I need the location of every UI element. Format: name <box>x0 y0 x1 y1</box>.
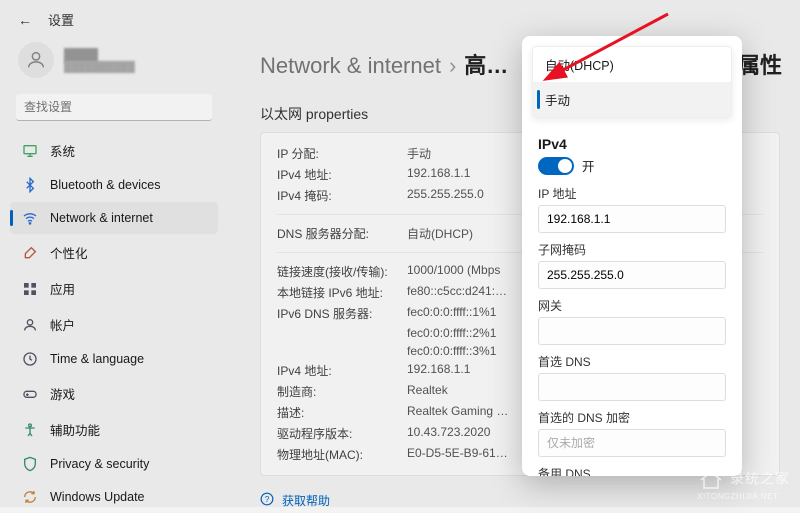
sidebar-item-label: 系统 <box>50 141 75 160</box>
property-key: 链接速度(接收/传输): <box>277 263 407 280</box>
sidebar-item-apps[interactable]: 应用 <box>10 271 218 306</box>
sidebar-item-clock[interactable]: Time & language <box>10 343 218 375</box>
ip-settings-dialog: 自动(DHCP) 手动 IPv4 开 IP 地址 子网掩码 网关 首选 DNS … <box>522 36 742 476</box>
sidebar-item-label: 帐户 <box>50 315 75 334</box>
window-title: 设置 <box>48 10 74 29</box>
access-icon <box>22 422 38 438</box>
alternate-dns-label: 备用 DNS <box>538 465 726 476</box>
property-key: IPv4 掩码: <box>277 187 407 204</box>
sidebar-item-brush[interactable]: 个性化 <box>10 235 218 270</box>
apps-icon <box>22 281 38 297</box>
sidebar-item-label: Bluetooth & devices <box>50 178 161 192</box>
dns-encryption-label: 首选的 DNS 加密 <box>538 409 726 426</box>
sidebar-item-label: Network & internet <box>50 211 153 225</box>
property-value: Realtek <box>407 383 448 400</box>
sidebar-item-monitor[interactable]: 系统 <box>10 133 218 168</box>
property-value: fec0:0:0:ffff::2%1 <box>407 326 496 340</box>
property-value: Realtek Gaming … <box>407 404 508 421</box>
breadcrumb-category[interactable]: Network & internet <box>260 53 441 79</box>
brush-icon <box>22 245 38 261</box>
gateway-input[interactable] <box>538 317 726 345</box>
monitor-icon <box>22 143 38 159</box>
property-key: 物理地址(MAC): <box>277 446 407 463</box>
shield-icon <box>22 456 38 472</box>
dropdown-option-auto[interactable]: 自动(DHCP) <box>533 47 731 82</box>
sidebar-item-label: 游戏 <box>50 384 75 403</box>
gateway-label: 网关 <box>538 297 726 314</box>
property-value: 255.255.255.0 <box>407 187 484 204</box>
help-icon: ? <box>260 492 274 509</box>
property-key: IP 分配: <box>277 145 407 162</box>
property-value: 10.43.723.2020 <box>407 425 490 442</box>
property-key: DNS 服务器分配: <box>277 225 407 242</box>
property-key: 本地链接 IPv6 地址: <box>277 284 407 301</box>
property-value: fec0:0:0:ffff::3%1 <box>407 344 496 358</box>
help-link-label: 获取帮助 <box>282 492 330 509</box>
sidebar-item-update[interactable]: Windows Update <box>10 481 218 513</box>
search-box <box>16 94 212 121</box>
property-key: 制造商: <box>277 383 407 400</box>
sidebar-item-label: 个性化 <box>50 243 88 262</box>
back-icon[interactable]: ← <box>18 12 32 28</box>
property-value: 192.168.1.1 <box>407 166 470 183</box>
user-email: ██████████ <box>64 62 135 73</box>
property-value: fe80::c5cc:d241:… <box>407 284 507 301</box>
subnet-mask-label: 子网掩码 <box>538 241 726 258</box>
property-key: 驱动程序版本: <box>277 425 407 442</box>
sidebar-item-shield[interactable]: Privacy & security <box>10 448 218 480</box>
property-value: 自动(DHCP) <box>407 225 473 242</box>
ipv4-toggle-label: 开 <box>582 156 595 175</box>
svg-text:?: ? <box>265 495 270 504</box>
gamepad-icon <box>22 386 38 402</box>
person-icon <box>22 317 38 333</box>
sidebar-item-access[interactable]: 辅助功能 <box>10 412 218 447</box>
preferred-dns-input[interactable] <box>538 373 726 401</box>
sidebar-item-label: Time & language <box>50 352 144 366</box>
property-value: 192.168.1.1 <box>407 362 470 379</box>
sidebar-item-label: 辅助功能 <box>50 420 100 439</box>
property-key: IPv4 地址: <box>277 166 407 183</box>
property-key <box>277 326 407 340</box>
breadcrumb-page: 高… <box>464 48 508 80</box>
property-value: 手动 <box>407 145 431 162</box>
property-value: E0-D5-5E-B9-61… <box>407 446 508 463</box>
bluetooth-icon <box>22 177 38 193</box>
clock-icon <box>22 351 38 367</box>
ip-assignment-dropdown: 自动(DHCP) 手动 <box>532 46 732 118</box>
property-key: IPv4 地址: <box>277 362 407 379</box>
wifi-icon <box>22 210 38 226</box>
user-account-row[interactable]: ████ ██████████ <box>10 36 218 90</box>
sidebar-item-wifi[interactable]: Network & internet <box>10 202 218 234</box>
sidebar-item-label: Windows Update <box>50 490 145 504</box>
property-key: IPv6 DNS 服务器: <box>277 305 407 322</box>
update-icon <box>22 489 38 505</box>
sidebar-item-bluetooth[interactable]: Bluetooth & devices <box>10 169 218 201</box>
preferred-dns-label: 首选 DNS <box>538 353 726 370</box>
ip-address-label: IP 地址 <box>538 185 726 202</box>
avatar <box>18 42 54 78</box>
search-input[interactable] <box>16 94 212 121</box>
property-value: 1000/1000 (Mbps <box>407 263 500 280</box>
ip-address-input[interactable] <box>538 205 726 233</box>
property-key <box>277 344 407 358</box>
subnet-mask-input[interactable] <box>538 261 726 289</box>
user-name: ████ <box>64 48 135 62</box>
sidebar-item-gamepad[interactable]: 游戏 <box>10 376 218 411</box>
dns-encryption-input[interactable] <box>538 429 726 457</box>
sidebar-item-label: 应用 <box>50 279 75 298</box>
sidebar-item-label: Privacy & security <box>50 457 149 471</box>
ipv4-toggle[interactable] <box>538 157 574 175</box>
property-value: fec0:0:0:ffff::1%1 <box>407 305 496 322</box>
sidebar-item-person[interactable]: 帐户 <box>10 307 218 342</box>
get-help-link[interactable]: ? 获取帮助 <box>260 492 780 509</box>
chevron-right-icon: › <box>449 53 456 79</box>
sidebar: ████ ██████████ 系统 Bluetooth & devices Net… <box>0 36 228 513</box>
dropdown-option-manual[interactable]: 手动 <box>533 82 731 117</box>
ipv4-section-title: IPv4 <box>538 136 726 152</box>
breadcrumb-suffix: 属性 <box>738 48 782 80</box>
property-key: 描述: <box>277 404 407 421</box>
